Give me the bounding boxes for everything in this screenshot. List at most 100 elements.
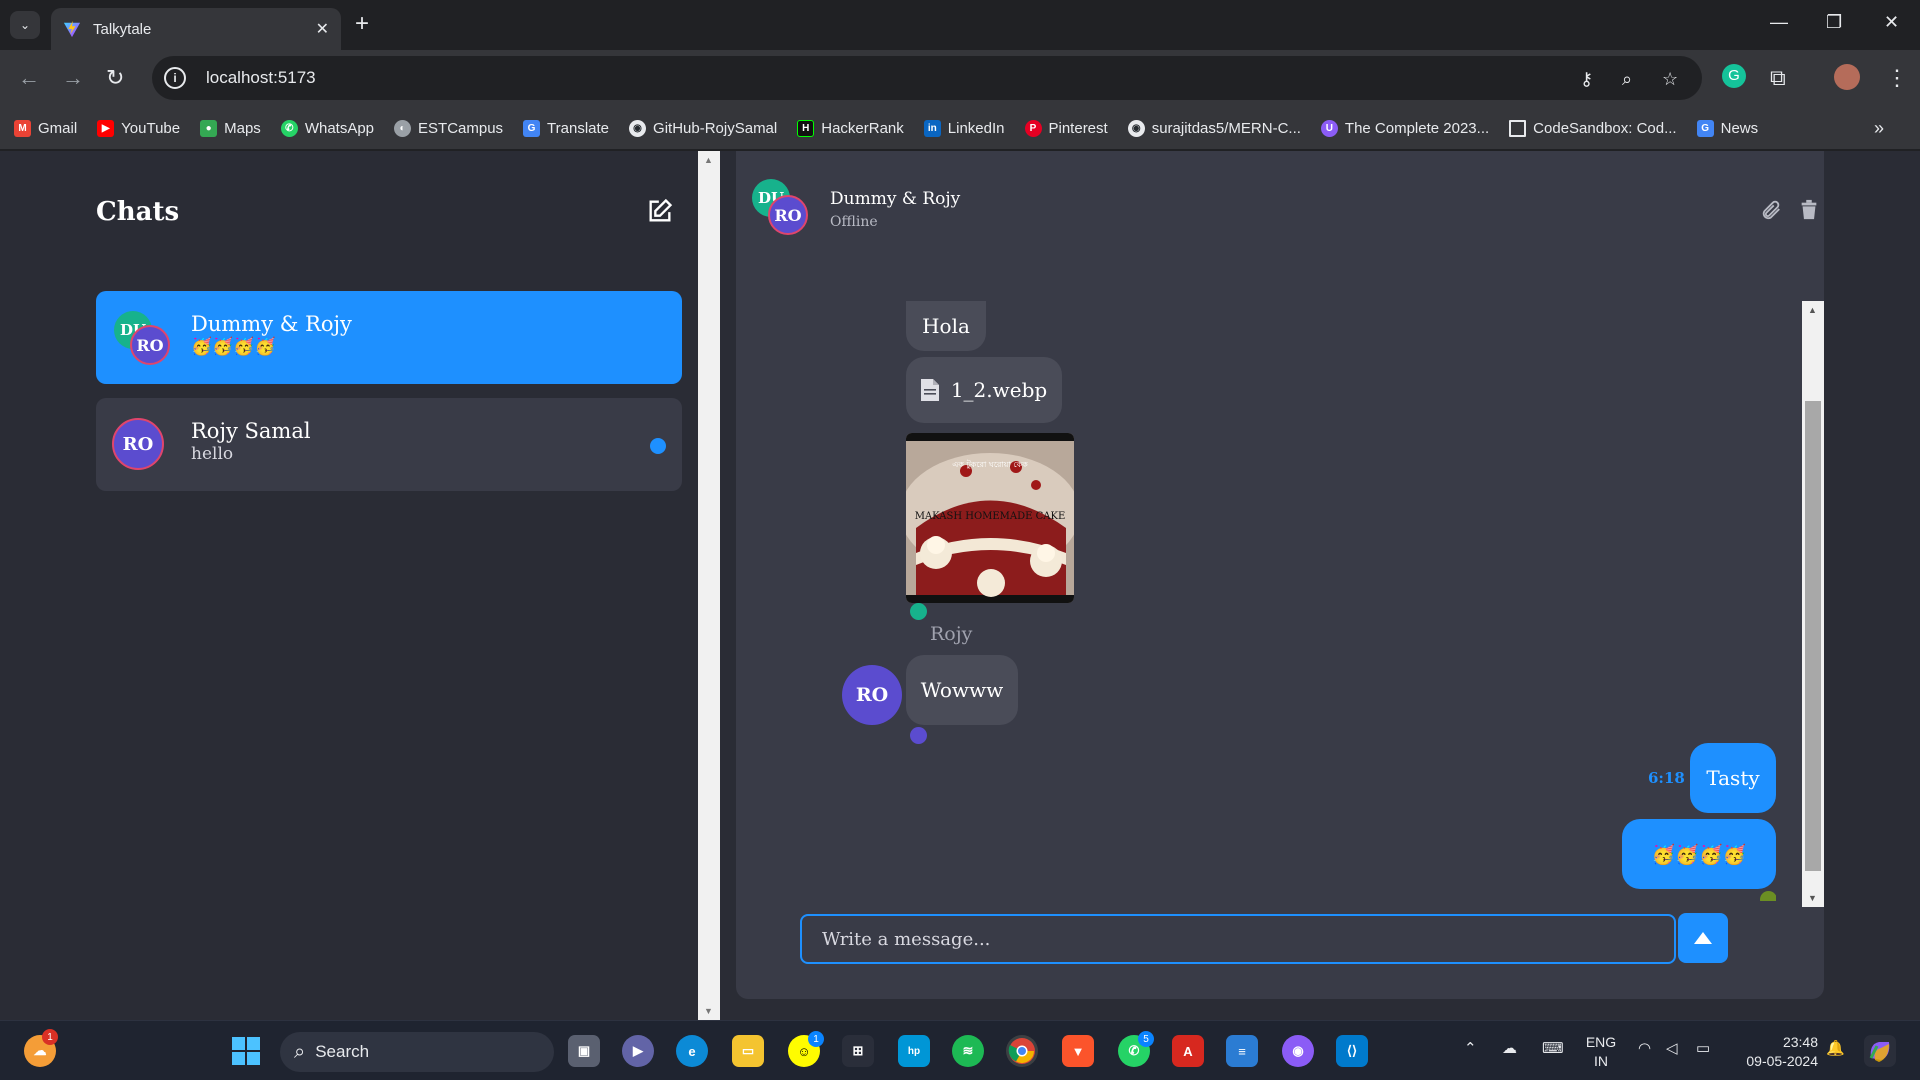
extensions-icon[interactable]: ⧉: [1770, 66, 1786, 90]
vscode-icon[interactable]: ⟨⟩: [1336, 1035, 1368, 1067]
site-info-icon[interactable]: i: [164, 67, 186, 89]
volume-icon[interactable]: ◁: [1666, 1039, 1678, 1057]
clock[interactable]: 23:48 09-05-2024: [1736, 1033, 1818, 1071]
ms-store-icon[interactable]: ⊞: [842, 1035, 874, 1067]
acrobat-icon[interactable]: A: [1172, 1035, 1204, 1067]
compose-icon[interactable]: [646, 197, 674, 225]
bookmark-estcampus[interactable]: ◐ ESTCampus: [394, 120, 503, 137]
password-key-icon[interactable]: ⚷: [1580, 69, 1593, 90]
meet-icon[interactable]: ▶: [622, 1035, 654, 1067]
gmail-icon: M: [14, 120, 31, 137]
notepad-icon[interactable]: ≡: [1226, 1035, 1258, 1067]
sender-name: Rojy: [930, 623, 973, 645]
copilot-icon[interactable]: [1864, 1035, 1896, 1067]
whatsapp-icon: ✆: [280, 120, 298, 137]
file-attachment[interactable]: 1_2.webp: [906, 357, 1062, 423]
file-icon: [920, 379, 939, 401]
profile-avatar[interactable]: [1834, 64, 1860, 90]
bookmark-news[interactable]: G News: [1696, 120, 1758, 137]
trash-icon[interactable]: [1798, 199, 1820, 221]
spotify-icon[interactable]: ≋: [952, 1035, 984, 1067]
zoom-icon[interactable]: ⌕: [1622, 69, 1632, 90]
notifications-bell-icon[interactable]: 🔔: [1826, 1039, 1845, 1057]
new-tab-button[interactable]: +: [355, 12, 369, 36]
bookmark-maps[interactable]: ● Maps: [200, 120, 261, 137]
message-text: Tasty: [1706, 766, 1760, 790]
grammarly-icon[interactable]: G: [1722, 64, 1746, 88]
globe-icon: ◐: [394, 120, 412, 137]
scroll-thumb[interactable]: [1805, 401, 1821, 871]
message-bubble: Tasty: [1690, 743, 1776, 813]
taskbar-search[interactable]: ⌕ Search: [280, 1032, 554, 1072]
reload-icon[interactable]: ↻: [106, 66, 124, 90]
youtube-icon: ▶: [97, 120, 115, 137]
wifi-icon[interactable]: ◠: [1638, 1039, 1651, 1057]
hp-icon[interactable]: hp: [898, 1035, 930, 1067]
snapchat-badge: 1: [808, 1031, 824, 1047]
bookmark-whatsapp[interactable]: ✆ WhatsApp: [280, 120, 374, 137]
codesandbox-icon: [1509, 120, 1527, 137]
active-tab[interactable]: Talkytale ✕: [51, 8, 341, 50]
bookmark-codesandbox[interactable]: CodeSandbox: Cod...: [1509, 120, 1677, 137]
paperclip-icon[interactable]: [1760, 199, 1782, 221]
avatar: RO: [112, 418, 164, 470]
bookmark-youtube[interactable]: ▶ YouTube: [97, 120, 180, 137]
send-arrow-icon: [1694, 932, 1712, 944]
restore-icon[interactable]: ❐: [1826, 12, 1842, 33]
tab-title: Talkytale: [93, 20, 152, 38]
bookmark-github-rojysamal[interactable]: ◉ GitHub-RojySamal: [629, 120, 777, 137]
scroll-down-icon[interactable]: ▼: [1808, 893, 1817, 903]
github-desktop-icon[interactable]: ◉: [1282, 1035, 1314, 1067]
send-button[interactable]: [1678, 913, 1728, 963]
clock-date: 09-05-2024: [1746, 1053, 1818, 1069]
close-window-icon[interactable]: ✕: [1884, 12, 1899, 33]
chat-item-rojy-samal[interactable]: RO Rojy Samal hello: [96, 398, 682, 491]
image-attachment[interactable]: এক টুকরো ঘরোয়া কেক MAKASH HOMEMADE CAKE: [906, 433, 1074, 603]
windows-start-icon[interactable]: [230, 1035, 262, 1067]
bookmark-pinterest[interactable]: P Pinterest: [1024, 120, 1108, 137]
translate-icon: G: [523, 120, 541, 137]
more-bookmarks-icon[interactable]: »: [1874, 118, 1884, 139]
task-view-icon[interactable]: ▣: [568, 1035, 600, 1067]
url-text[interactable]: localhost:5173: [206, 68, 316, 88]
bookmark-gmail[interactable]: M Gmail: [14, 120, 77, 137]
file-explorer-icon[interactable]: ▭: [732, 1035, 764, 1067]
scroll-down-icon[interactable]: ▼: [704, 1006, 713, 1016]
bookmark-complete-2023[interactable]: U The Complete 2023...: [1320, 120, 1489, 137]
avatar: RO: [130, 325, 170, 365]
tab-search-button[interactable]: ⌄: [10, 11, 40, 39]
messages-scrollbar[interactable]: ▲ ▼: [1802, 301, 1824, 907]
brave-icon[interactable]: ▼: [1062, 1035, 1094, 1067]
bookmark-translate[interactable]: G Translate: [523, 120, 609, 137]
tab-close-icon[interactable]: ✕: [316, 19, 329, 39]
sidebar-scrollbar[interactable]: ▲ ▼: [698, 151, 720, 1020]
battery-icon[interactable]: ▭: [1696, 1039, 1710, 1057]
edge-icon[interactable]: e: [676, 1035, 708, 1067]
search-label: Search: [315, 1042, 370, 1061]
hackerrank-icon: H: [797, 120, 815, 137]
search-icon: ⌕: [294, 1040, 306, 1063]
language-indicator[interactable]: ENG IN: [1584, 1033, 1618, 1071]
scroll-up-icon[interactable]: ▲: [1808, 305, 1817, 315]
minimize-icon[interactable]: —: [1770, 12, 1788, 33]
scroll-up-icon[interactable]: ▲: [704, 155, 713, 165]
bookmark-mern[interactable]: ◉ surajitdas5/MERN-C...: [1127, 120, 1301, 137]
bookmarks-bar: M Gmail ▶ YouTube ● Maps ✆ WhatsApp ◐ ESTCamp…: [0, 108, 1920, 150]
tray-overflow-icon[interactable]: ⌃: [1464, 1039, 1477, 1057]
chat-list-sidebar: Chats DU RO Dummy & Rojy 🥳🥳🥳🥳 RO Rojy Sa…: [0, 151, 698, 1020]
bookmark-hackerrank[interactable]: H HackerRank: [797, 120, 904, 137]
chats-title: Chats: [96, 197, 180, 227]
avatar: RO: [768, 195, 808, 235]
message-input[interactable]: [800, 914, 1676, 964]
chat-item-dummy-rojy[interactable]: DU RO Dummy & Rojy 🥳🥳🥳🥳: [96, 291, 682, 384]
linkedin-icon: in: [923, 120, 941, 137]
chrome-icon[interactable]: [1006, 1035, 1038, 1067]
browser-menu-icon[interactable]: ⋮: [1886, 66, 1908, 90]
keyboard-icon[interactable]: ⌨: [1542, 1039, 1564, 1057]
bookmark-linkedin[interactable]: in LinkedIn: [923, 120, 1005, 137]
bookmark-star-icon[interactable]: ☆: [1662, 69, 1678, 90]
back-icon[interactable]: ←: [18, 66, 40, 90]
address-bar[interactable]: i localhost:5173 ⚷ ⌕ ☆: [152, 56, 1702, 100]
forward-icon[interactable]: →: [62, 66, 84, 90]
onedrive-icon[interactable]: ☁: [1502, 1039, 1517, 1057]
